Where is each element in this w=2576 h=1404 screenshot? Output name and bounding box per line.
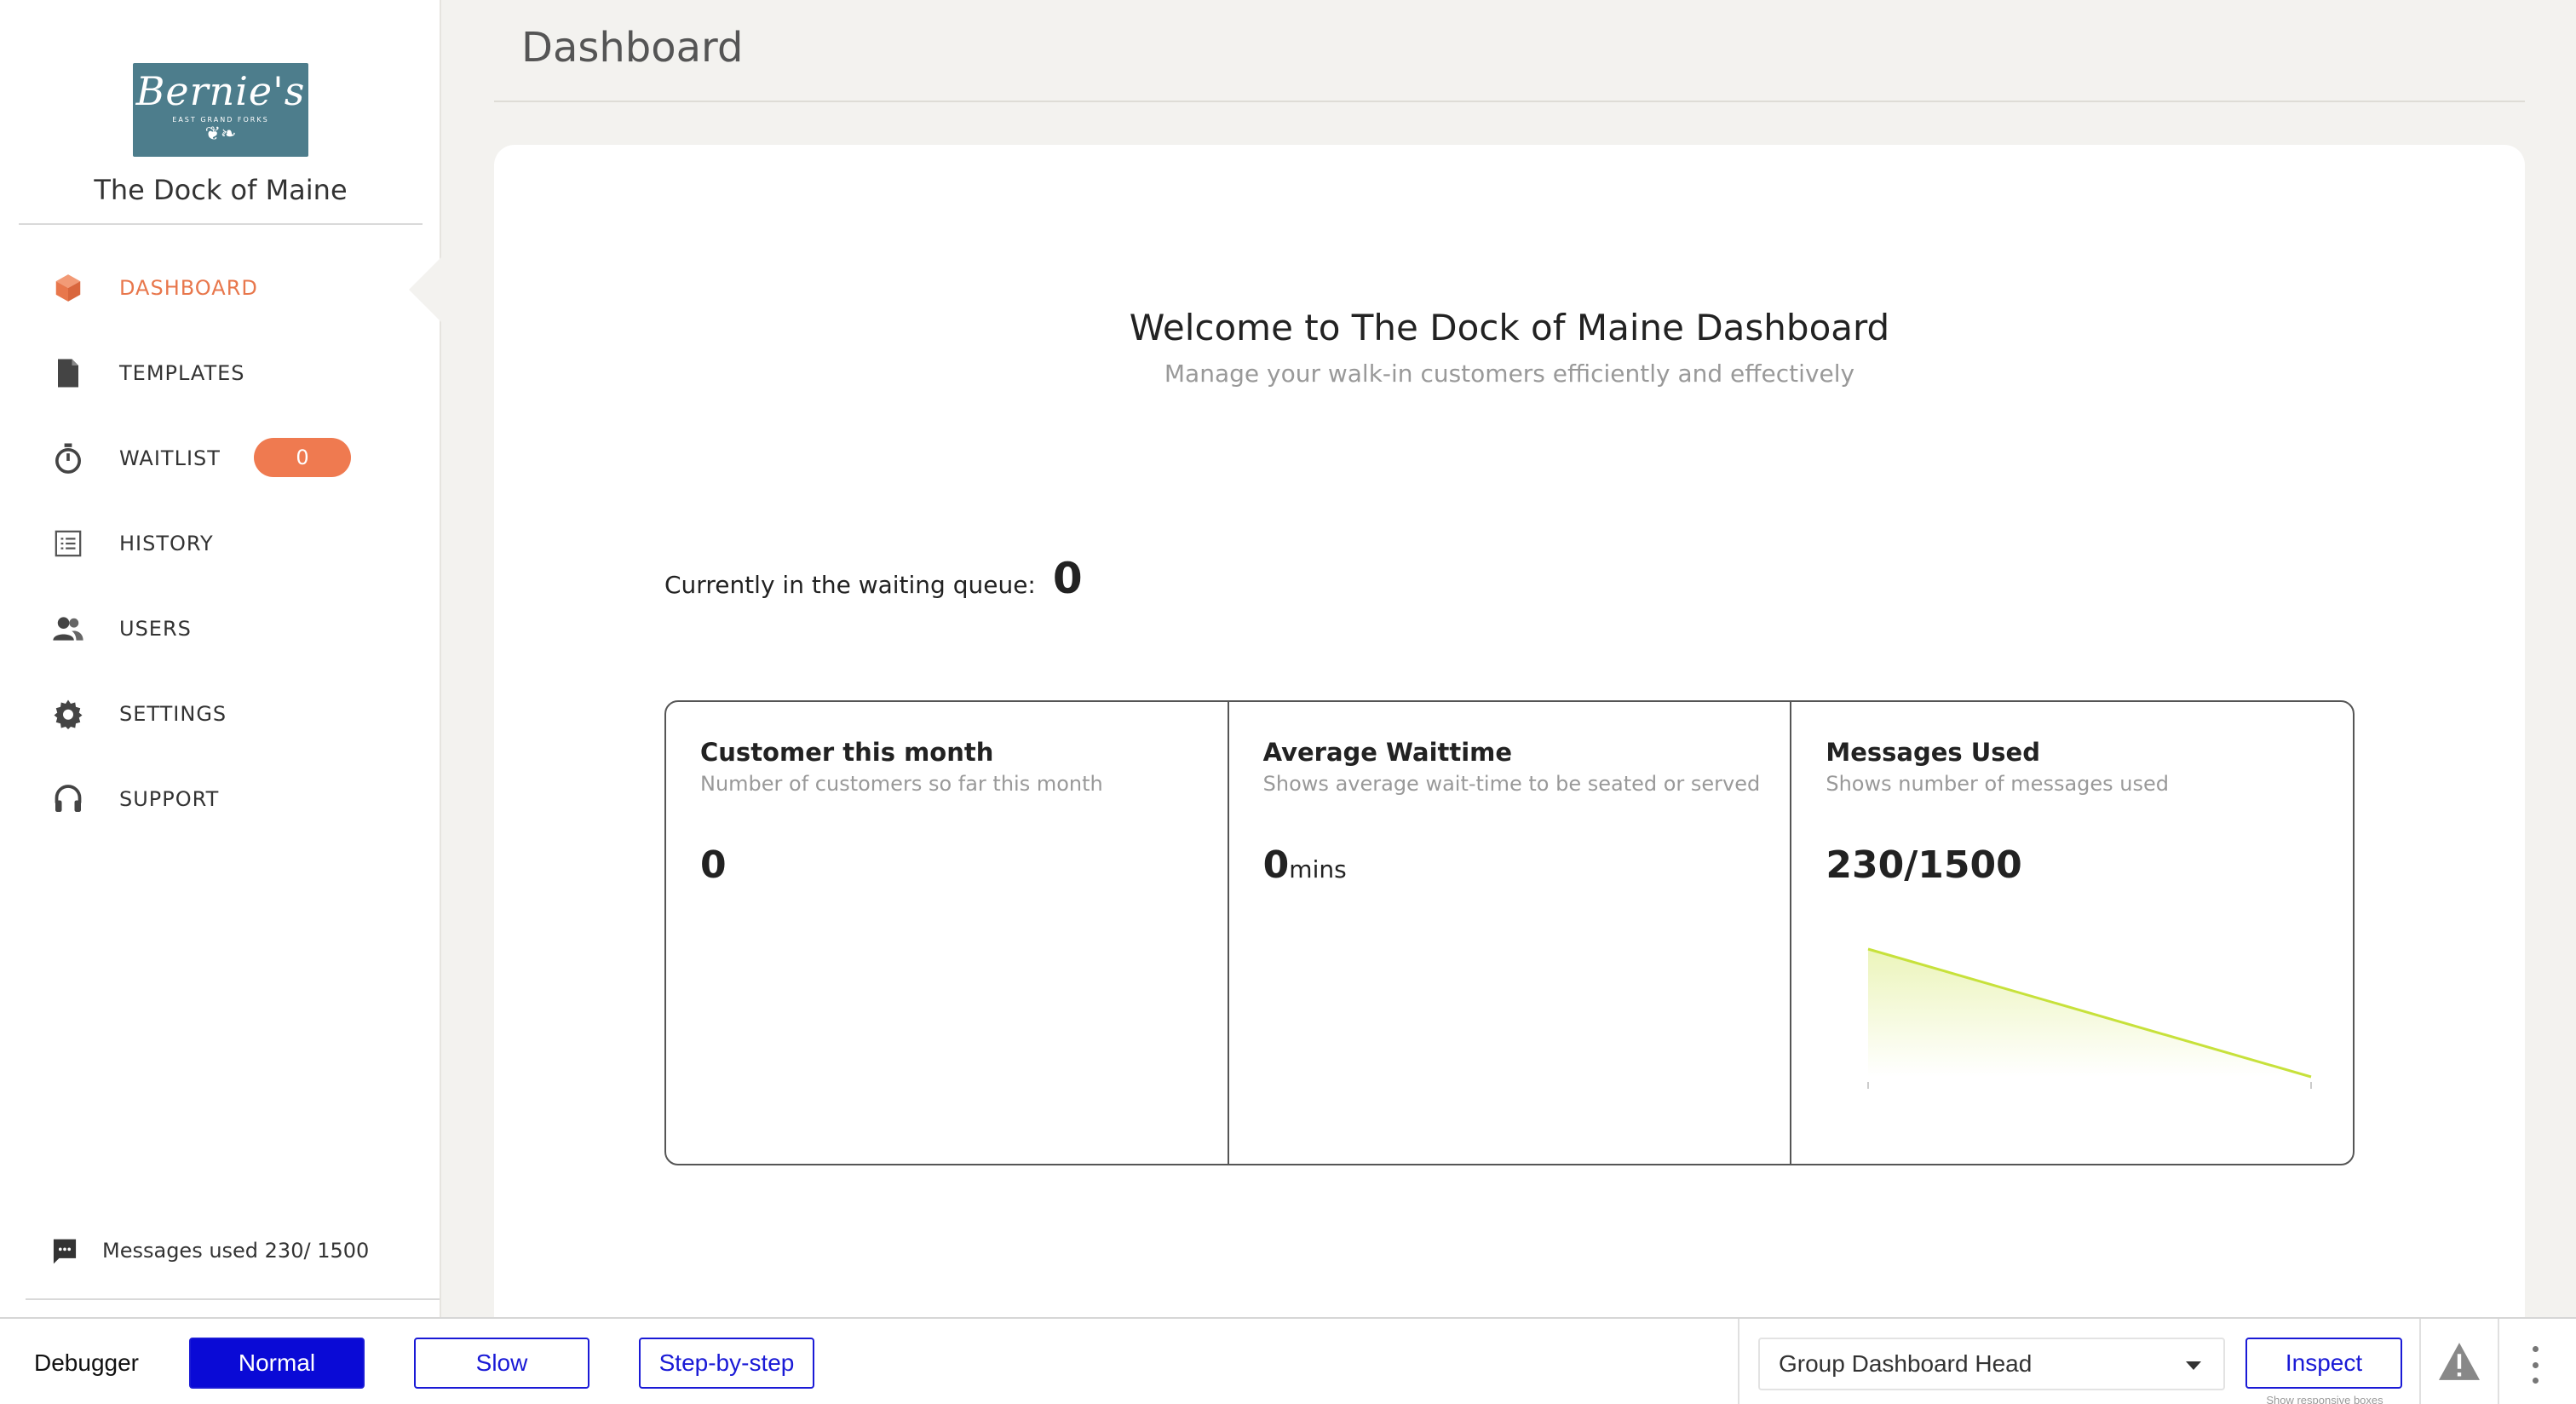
sidebar-item-label: SETTINGS [119,702,227,726]
sidebar-item-dashboard[interactable]: DASHBOARD [0,254,441,322]
stat-title: Average Waittime [1262,738,1513,767]
logo-brand: Bernie's [135,68,306,114]
logo-subtitle: EAST GRAND FORKS [172,116,269,124]
sidebar-item-users[interactable]: USERS [0,595,441,663]
sidebar-item-label: SUPPORT [119,787,220,811]
inspect-button[interactable]: Inspect [2245,1338,2402,1389]
messages-used-summary: Messages used 230/ 1500 [51,1234,369,1268]
users-icon [51,612,85,646]
stat-description: Shows number of messages used [1826,772,2169,796]
chevron-down-icon [2186,1361,2201,1370]
sidebar-item-support[interactable]: SUPPORT [0,765,441,833]
stat-number: 0 [700,843,727,887]
debugger-label: Debugger [34,1349,139,1376]
sidebar-item-templates[interactable]: TEMPLATES [0,339,441,407]
gear-icon [51,697,85,731]
queue-label: Currently in the waiting queue: [664,571,1036,599]
stopwatch-icon [51,441,85,475]
stat-customers-month: Customer this month Number of customers … [666,702,1229,1164]
element-select-value: Group Dashboard Head [1779,1350,2033,1377]
more-options-icon[interactable] [2527,1346,2544,1384]
stat-value: 0mins [1263,843,1791,887]
dashboard-card: Welcome to The Dock of Maine Dashboard M… [494,145,2525,1338]
divider [2498,1319,2499,1404]
cube-icon [51,271,85,305]
stat-value: 0 [700,843,1228,887]
page-title: Dashboard [521,24,744,72]
sidebar-item-label: DASHBOARD [119,276,258,300]
divider [2419,1319,2421,1404]
sidebar-item-history[interactable]: HISTORY [0,509,441,578]
stat-title: Messages Used [1826,738,2040,767]
queue-count: 0 [1052,554,1083,603]
sidebar-item-label: HISTORY [119,532,214,555]
sidebar-item-waitlist[interactable]: WAITLIST 0 [0,424,441,492]
stat-description: Number of customers so far this month [700,772,1103,796]
stat-messages-used: Messages Used Shows number of messages u… [1791,702,2353,1164]
debugger-toolbar: Debugger Normal Slow Step-by-step Group … [0,1317,2576,1404]
sidebar-item-label: USERS [119,617,192,641]
warning-icon[interactable] [2436,1341,2482,1385]
stat-title: Customer this month [700,738,994,767]
speed-slow-button[interactable]: Slow [414,1338,589,1389]
chat-icon [51,1237,78,1264]
stat-unit: mins [1289,855,1347,883]
stat-number: 230/1500 [1826,843,2022,887]
messages-used-label: Messages used 230/ 1500 [102,1239,370,1263]
stat-description: Shows average wait-time to be seated or … [1262,772,1761,796]
stat-value: 230/1500 [1826,843,2353,887]
header-divider [494,101,2525,102]
element-select[interactable]: Group Dashboard Head [1758,1338,2225,1390]
list-icon [51,526,85,561]
sidebar-item-label: WAITLIST [119,446,221,470]
sidebar-item-label: TEMPLATES [119,361,245,385]
divider [26,1298,440,1300]
divider [19,223,423,225]
divider [1738,1319,1739,1404]
logo-ornament: ❦❧ [204,124,237,145]
welcome-title: Welcome to The Dock of Maine Dashboard [1129,307,1890,348]
speed-normal-button[interactable]: Normal [189,1338,365,1389]
waiting-queue: Currently in the waiting queue: 0 [664,554,1083,603]
org-logo: Bernie's EAST GRAND FORKS ❦❧ [133,63,308,157]
document-icon [51,356,85,390]
stat-number: 0 [1262,843,1290,887]
org-name: The Dock of Maine [94,174,348,206]
headset-icon [51,782,85,816]
sidebar: Bernie's EAST GRAND FORKS ❦❧ The Dock of… [0,0,443,1317]
waitlist-count-badge: 0 [254,438,351,477]
inspect-note: Show responsive boxes [2266,1394,2383,1404]
messages-sparkline-chart [1867,947,2313,1089]
speed-step-button[interactable]: Step-by-step [639,1338,814,1389]
stat-average-waittime: Average Waittime Shows average wait-time… [1229,702,1792,1164]
sidebar-item-settings[interactable]: SETTINGS [0,680,441,748]
welcome-subtitle: Manage your walk-in customers efficientl… [1164,360,1855,388]
stats-panel: Customer this month Number of customers … [664,700,2355,1165]
